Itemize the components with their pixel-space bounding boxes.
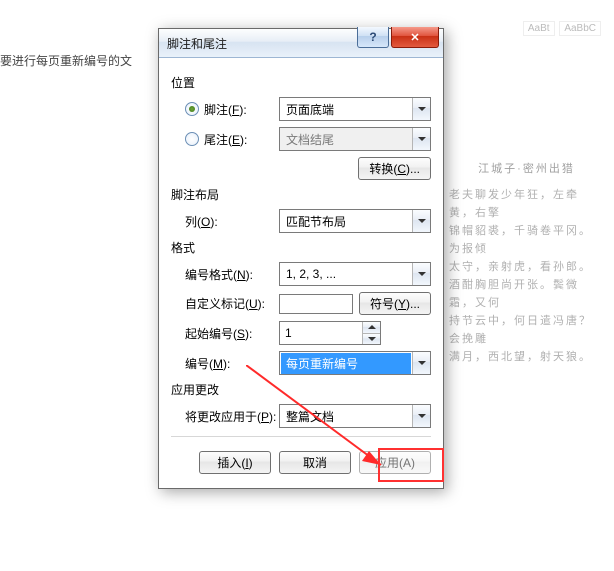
chevron-down-icon[interactable] (412, 263, 430, 285)
style-chip: AaBbC (559, 21, 601, 36)
spin-up-icon[interactable] (363, 322, 380, 334)
close-button[interactable] (391, 27, 439, 48)
spin-down-icon[interactable] (363, 334, 380, 345)
apply-to-label: 将更改应用于(P): (171, 408, 279, 425)
combo-text: 匹配节布局 (280, 213, 412, 230)
number-format-label: 编号格式(N): (171, 266, 279, 283)
footnote-endnote-dialog: 脚注和尾注 位置 脚注(F): 页面底端 尾注(E): (158, 28, 444, 489)
footnote-radio-label: 脚注(F): (204, 101, 247, 118)
combo-text: 文档结尾 (280, 131, 412, 148)
section-apply: 应用更改 (171, 381, 431, 398)
document-line: 锦帽貂裘，千骑卷平冈。为报倾 (449, 222, 604, 258)
titlebar[interactable]: 脚注和尾注 (159, 29, 443, 58)
chevron-down-icon[interactable] (412, 210, 430, 232)
endnote-radio-label: 尾注(E): (204, 131, 247, 148)
spin-value[interactable]: 1 (280, 322, 362, 344)
document-line: 老夫聊发少年狂，左牵黄，右擎 (449, 186, 604, 222)
endnote-radio[interactable]: 尾注(E): (171, 131, 279, 148)
columns-combo[interactable]: 匹配节布局 (279, 209, 431, 233)
separator (171, 436, 431, 437)
document-body-fragment: 江城子·密州出猎 老夫聊发少年狂，左牵黄，右擎 锦帽貂裘，千骑卷平冈。为报倾 太… (449, 160, 604, 366)
apply-button[interactable]: 应用(A) (359, 451, 431, 474)
footnote-location-combo[interactable]: 页面底端 (279, 97, 431, 121)
document-line: 酒酣胸胆尚开张。鬓微霜，又何 (449, 276, 604, 312)
footnote-radio[interactable]: 脚注(F): (171, 101, 279, 118)
help-button[interactable] (357, 27, 389, 48)
combo-text: 页面底端 (280, 101, 412, 118)
number-format-combo[interactable]: 1, 2, 3, ... (279, 262, 431, 286)
combo-text: 每页重新编号 (281, 353, 411, 374)
radio-icon (185, 132, 199, 146)
combo-text: 1, 2, 3, ... (280, 267, 412, 281)
document-text-fragment: 要进行每页重新编号的文 (0, 52, 132, 69)
chevron-down-icon[interactable] (412, 352, 430, 374)
chevron-down-icon (412, 128, 430, 150)
start-at-spin[interactable]: 1 (279, 321, 381, 345)
insert-button[interactable]: 插入(I) (199, 451, 271, 474)
section-layout: 脚注布局 (171, 186, 431, 203)
section-position: 位置 (171, 74, 431, 91)
chevron-down-icon[interactable] (412, 405, 430, 427)
document-line: 持节云中，何日遣冯唐？会挽雕 (449, 312, 604, 348)
columns-label: 列(O): (171, 213, 279, 230)
convert-button[interactable]: 转换(C)... (358, 157, 431, 180)
start-at-label: 起始编号(S): (171, 325, 279, 342)
apply-to-combo[interactable]: 整篇文档 (279, 404, 431, 428)
symbol-button[interactable]: 符号(Y)... (359, 292, 431, 315)
ribbon-fragment: AaBt AaBbC (452, 20, 602, 37)
numbering-combo[interactable]: 每页重新编号 (279, 351, 431, 375)
numbering-label: 编号(M): (171, 355, 279, 372)
document-line: 太守，亲射虎，看孙郎。 (449, 258, 604, 276)
cancel-button[interactable]: 取消 (279, 451, 351, 474)
document-title: 江城子·密州出猎 (449, 160, 604, 178)
chevron-down-icon[interactable] (412, 98, 430, 120)
endnote-location-combo: 文档结尾 (279, 127, 431, 151)
custom-mark-input[interactable] (279, 294, 353, 314)
section-format: 格式 (171, 239, 431, 256)
custom-mark-label: 自定义标记(U): (171, 295, 279, 312)
dialog-title: 脚注和尾注 (159, 35, 227, 52)
radio-icon (185, 102, 199, 116)
combo-text: 整篇文档 (280, 408, 412, 425)
style-chip: AaBt (523, 21, 555, 36)
document-line: 满月，西北望，射天狼。 (449, 348, 604, 366)
